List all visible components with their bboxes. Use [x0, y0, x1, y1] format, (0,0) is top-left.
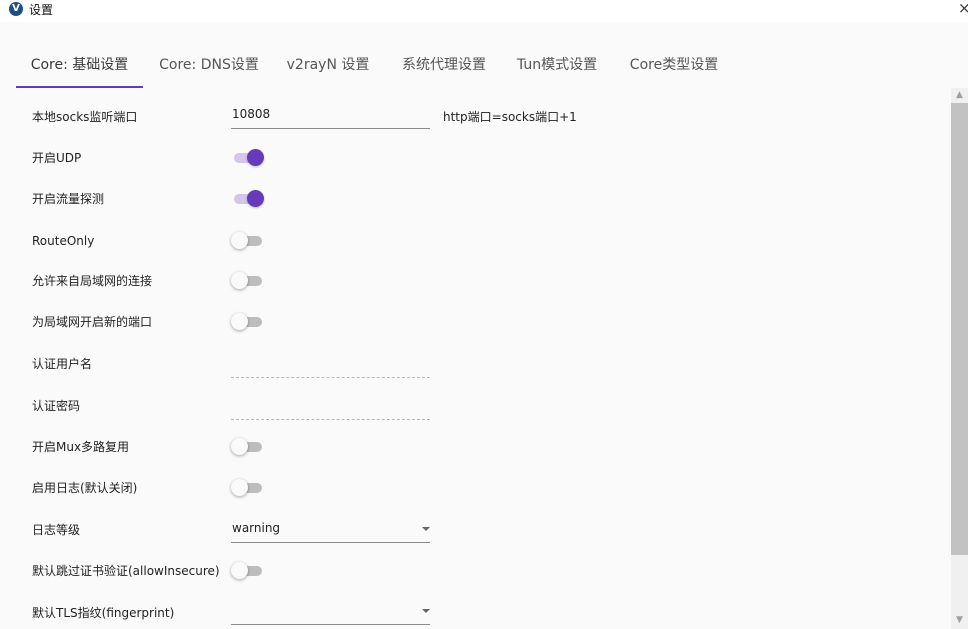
log-level-label: 日志等级 [32, 523, 81, 537]
scroll-up-icon[interactable]: ▲ [951, 88, 968, 102]
chevron-down-icon [422, 527, 430, 531]
socks-port-input[interactable]: 10808 [231, 104, 430, 129]
vertical-scrollbar[interactable]: ▲ ▼ [951, 88, 968, 629]
allow-lan-toggle[interactable] [231, 271, 265, 291]
toggle-thumb [231, 232, 248, 249]
setting-row-mux: 开启Mux多路复用 [0, 432, 940, 462]
auth-user-label: 认证用户名 [32, 357, 93, 371]
log-level-value: warning [232, 521, 281, 535]
setting-row-route-only: RouteOnly [0, 226, 940, 256]
allow-lan-label: 允许来自局域网的连接 [32, 274, 153, 288]
enable-udp-toggle[interactable] [231, 148, 265, 168]
tab-v2rayn-settings[interactable]: v2rayN 设置 [282, 46, 374, 86]
setting-row-auth-pass: 认证密码 [0, 391, 940, 421]
socks-port-value: 10808 [232, 107, 271, 121]
setting-row-allow-lan: 允许来自局域网的连接 [0, 266, 940, 296]
close-button[interactable]: × [958, 0, 968, 18]
setting-row-new-lan-port: 为局域网开启新的端口 [0, 307, 940, 337]
enable-mux-toggle[interactable] [231, 437, 265, 457]
http-port-hint: http端口=socks端口+1 [443, 110, 577, 124]
setting-row-sniffing: 开启流量探测 [0, 184, 940, 214]
window-title: 设置 [29, 3, 54, 17]
title-bar: V 设置 × [0, 0, 968, 22]
route-only-toggle[interactable] [231, 231, 265, 251]
fingerprint-label: 默认TLS指纹(fingerprint) [32, 606, 175, 620]
auth-user-input[interactable] [231, 353, 430, 378]
toggle-thumb [247, 190, 264, 207]
setting-row-socks-port: 本地socks监听端口 10808 http端口=socks端口+1 [0, 102, 940, 132]
enable-sniffing-label: 开启流量探测 [32, 192, 105, 206]
tab-system-proxy[interactable]: 系统代理设置 [394, 46, 494, 86]
socks-port-label: 本地socks监听端口 [32, 110, 138, 124]
route-only-label: RouteOnly [32, 234, 95, 248]
app-logo-icon: V [9, 2, 23, 16]
log-level-select[interactable]: warning [231, 518, 430, 543]
auth-pass-input[interactable] [231, 395, 430, 420]
enable-sniffing-toggle[interactable] [231, 189, 265, 209]
setting-row-fingerprint: 默认TLS指纹(fingerprint) [0, 598, 940, 628]
toggle-thumb [231, 313, 248, 330]
toggle-thumb [231, 272, 248, 289]
active-tab-indicator [16, 86, 143, 88]
toggle-thumb [231, 479, 248, 496]
tab-core-basic[interactable]: Core: 基础设置 [16, 46, 143, 86]
enable-udp-label: 开启UDP [32, 151, 82, 165]
scrollbar-thumb[interactable] [951, 103, 968, 555]
enable-log-toggle[interactable] [231, 478, 265, 498]
setting-row-allow-insecure: 默认跳过证书验证(allowInsecure) [0, 556, 940, 586]
allow-insecure-label: 默认跳过证书验证(allowInsecure) [32, 564, 220, 578]
tab-tun-mode[interactable]: Tun模式设置 [511, 46, 603, 86]
tab-core-dns[interactable]: Core: DNS设置 [153, 46, 265, 86]
new-lan-port-label: 为局域网开启新的端口 [32, 315, 153, 329]
tab-core-type[interactable]: Core类型设置 [624, 46, 724, 86]
enable-log-label: 启用日志(默认关闭) [32, 481, 138, 495]
setting-row-udp: 开启UDP [0, 143, 940, 173]
setting-row-log-level: 日志等级 warning [0, 515, 940, 545]
allow-insecure-toggle[interactable] [231, 561, 265, 581]
auth-pass-label: 认证密码 [32, 399, 81, 413]
toggle-thumb [247, 149, 264, 166]
chevron-down-icon [422, 609, 430, 613]
fingerprint-select[interactable] [231, 600, 430, 625]
setting-row-log: 启用日志(默认关闭) [0, 473, 940, 503]
toggle-thumb [231, 438, 248, 455]
new-lan-port-toggle[interactable] [231, 312, 265, 332]
setting-row-auth-user: 认证用户名 [0, 349, 940, 379]
scroll-down-icon[interactable]: ▼ [951, 613, 968, 627]
toggle-thumb [231, 562, 248, 579]
enable-mux-label: 开启Mux多路复用 [32, 440, 130, 454]
